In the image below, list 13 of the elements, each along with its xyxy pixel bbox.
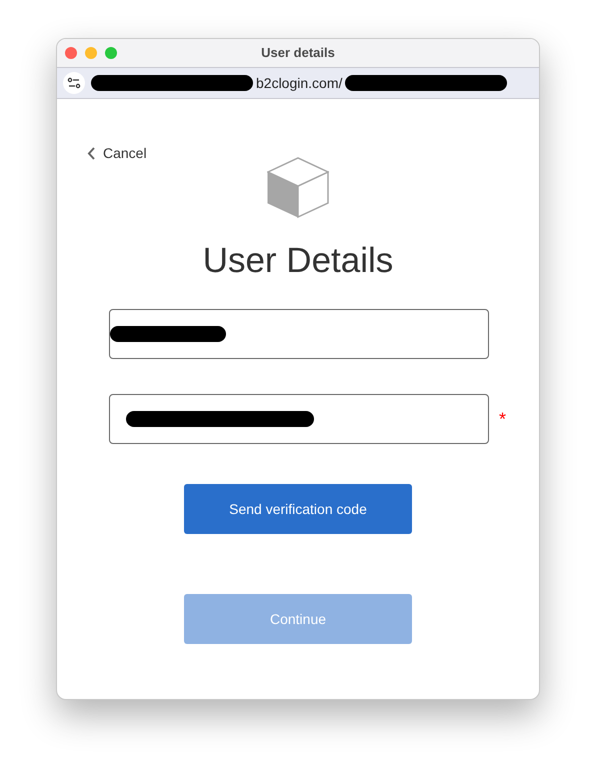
required-mark: * (499, 408, 508, 430)
cube-icon (267, 157, 329, 219)
page-heading: User Details (202, 240, 394, 282)
close-button[interactable] (65, 47, 77, 59)
url-text: b2clogin.com/ (256, 74, 342, 93)
address-bar[interactable]: b2clogin.com/ (57, 67, 539, 99)
cancel-link[interactable]: Cancel (87, 143, 147, 164)
window-title: User details (261, 44, 335, 62)
chevron-left-icon (87, 147, 95, 160)
send-code-button[interactable]: Send verification code (184, 484, 412, 534)
input-field[interactable] (109, 394, 489, 444)
input-field[interactable] (109, 309, 489, 359)
site-settings-icon[interactable] (63, 72, 85, 94)
